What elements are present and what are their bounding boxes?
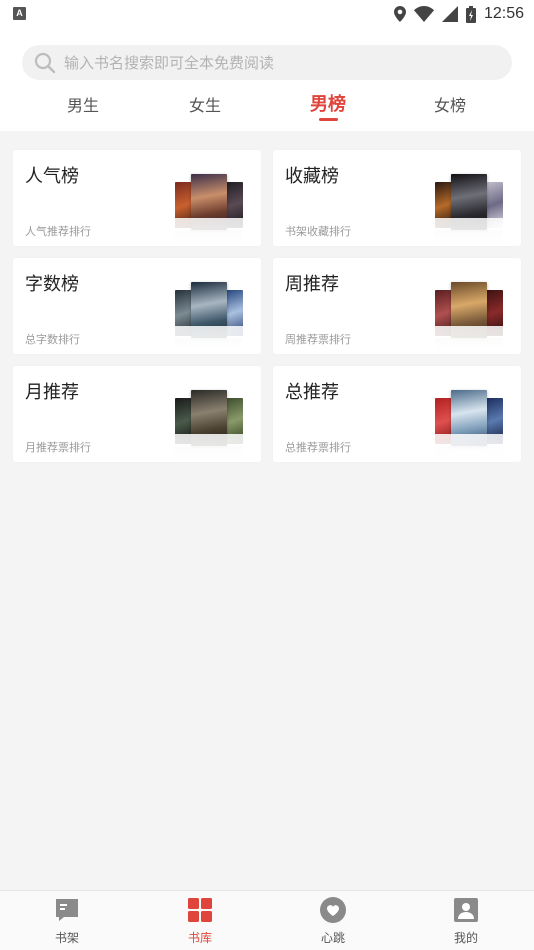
- nav-label: 我的: [453, 931, 478, 945]
- notification-app-icon: A: [13, 7, 26, 20]
- nav-label: 书库: [187, 931, 212, 945]
- ranking-card-favorites[interactable]: 收藏榜 书架收藏排行: [273, 150, 521, 246]
- ranking-subtitle: 总推荐票排行: [285, 441, 351, 454]
- ranking-subtitle: 月推荐票排行: [25, 441, 91, 454]
- tab-female[interactable]: 女生: [165, 92, 245, 116]
- nav-label: 书架: [54, 931, 79, 945]
- ranking-title: 月推荐: [25, 382, 79, 403]
- library-grid-icon: [188, 898, 212, 922]
- nav-bookshelf[interactable]: 书架: [27, 897, 107, 946]
- ranking-card-weekly[interactable]: 周推荐 周推荐票排行: [273, 258, 521, 354]
- header: 输入书名搜索即可全本免费阅读 男生 女生 男榜 女榜: [0, 28, 534, 131]
- nav-label: 心跳: [320, 931, 345, 945]
- tab-male[interactable]: 男生: [43, 92, 123, 116]
- location-icon: [393, 6, 406, 22]
- ranking-title: 字数榜: [25, 274, 79, 295]
- active-tab-indicator: [319, 118, 338, 121]
- bottom-navigation: 书架 书库 心跳 我的: [0, 890, 534, 950]
- status-icons: 12:56: [393, 4, 524, 24]
- tab-female-rankings[interactable]: 女榜: [410, 92, 490, 116]
- clock: 12:56: [483, 5, 524, 22]
- ranking-title: 人气榜: [25, 166, 79, 187]
- heart-icon: [320, 897, 346, 923]
- nav-heartbeat[interactable]: 心跳: [293, 897, 373, 946]
- search-placeholder: 输入书名搜索即可全本免费阅读: [64, 54, 275, 72]
- ranking-subtitle: 总字数排行: [25, 333, 80, 346]
- search-bar[interactable]: 输入书名搜索即可全本免费阅读: [22, 45, 512, 80]
- ranking-card-popularity[interactable]: 人气榜 人气推荐排行: [13, 150, 261, 246]
- nav-profile[interactable]: 我的: [426, 897, 506, 946]
- nav-library[interactable]: 书库: [160, 897, 240, 946]
- ranking-subtitle: 周推荐票排行: [285, 333, 351, 346]
- ranking-card-total[interactable]: 总推荐 总推荐票排行: [273, 366, 521, 462]
- search-icon: [34, 52, 56, 73]
- status-bar: A 12:56: [0, 0, 534, 28]
- category-tabs: 男生 女生 男榜 女榜: [0, 88, 534, 128]
- wifi-icon: [413, 6, 434, 22]
- battery-icon: [465, 5, 476, 23]
- ranking-card-monthly[interactable]: 月推荐 月推荐票排行: [13, 366, 261, 462]
- profile-icon: [454, 898, 478, 922]
- ranking-title: 收藏榜: [285, 166, 339, 187]
- ranking-subtitle: 人气推荐排行: [25, 225, 91, 238]
- bookshelf-icon: [56, 899, 78, 921]
- ranking-title: 总推荐: [285, 382, 339, 403]
- ranking-subtitle: 书架收藏排行: [285, 225, 351, 238]
- ranking-title: 周推荐: [285, 274, 339, 295]
- tab-male-rankings[interactable]: 男榜: [288, 90, 368, 116]
- signal-icon: [441, 6, 458, 22]
- ranking-card-word-count[interactable]: 字数榜 总字数排行: [13, 258, 261, 354]
